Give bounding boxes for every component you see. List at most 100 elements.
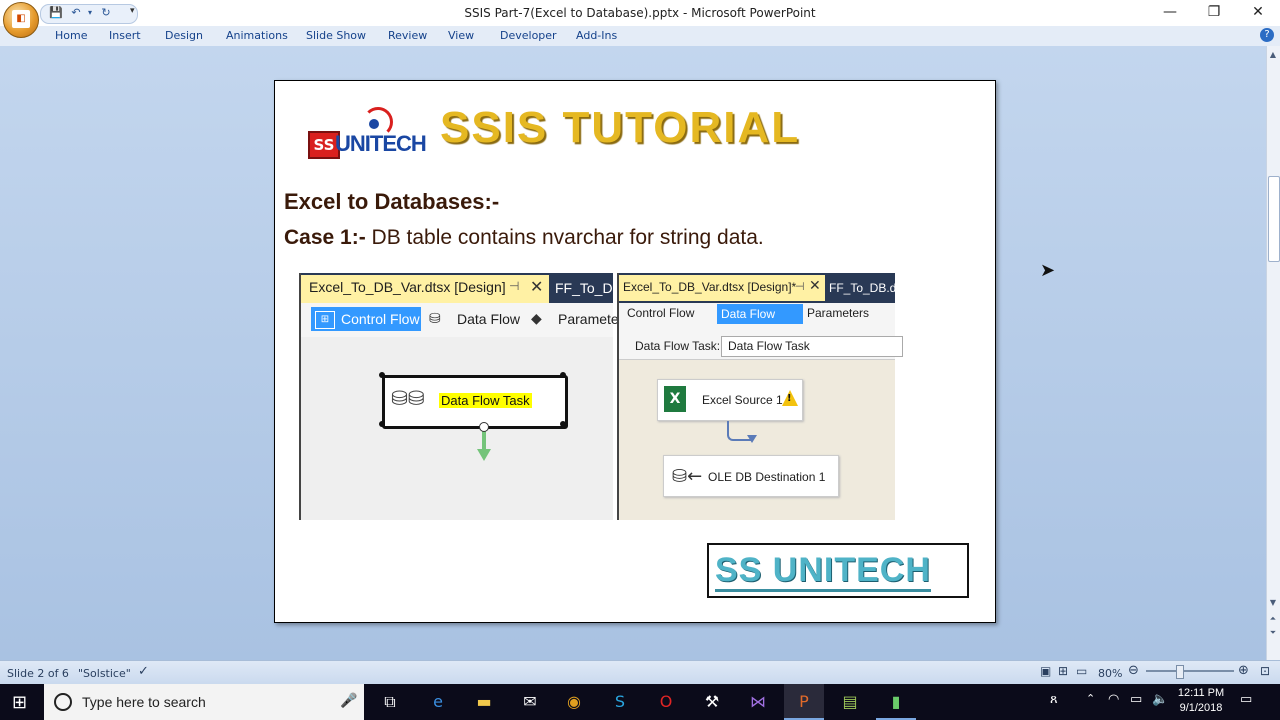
powerpoint-icon[interactable]: P <box>784 684 824 720</box>
selection-handle <box>379 372 385 378</box>
skype-icon[interactable]: S <box>600 684 640 720</box>
status-bar: Slide 2 of 6 "Solstice" ✓ ▣ ⊞ ▭ 80% ⊖ ⊕ … <box>0 660 1280 685</box>
tab-insert[interactable]: Insert <box>109 29 141 42</box>
chrome-icon[interactable]: ◉ <box>554 684 594 720</box>
network-icon[interactable]: ◠ <box>1108 692 1119 707</box>
window-title: SSIS Part-7(Excel to Database).pptx - Mi… <box>464 6 816 20</box>
edge-icon[interactable]: e <box>418 684 458 720</box>
slide-sorter-icon[interactable]: ⊞ <box>1058 664 1068 678</box>
tab-slide-show[interactable]: Slide Show <box>306 29 366 42</box>
connector-dot <box>479 422 489 432</box>
windows-start-icon[interactable]: ⊞ <box>12 692 27 713</box>
show-hidden-icons-icon[interactable]: ⌃ <box>1086 692 1095 705</box>
zoom-out-icon[interactable]: ⊖ <box>1128 663 1139 678</box>
data-flow-task-select: Data Flow Task <box>721 336 903 357</box>
selection-handle <box>560 372 566 378</box>
mail-icon[interactable]: ✉ <box>510 684 550 720</box>
opera-icon[interactable]: O <box>646 684 686 720</box>
data-flow-task-label: Data Flow Task <box>439 393 532 408</box>
people-icon[interactable]: ጸ <box>1050 692 1058 707</box>
customize-qat-icon[interactable]: ▾ <box>130 6 135 16</box>
case-label: Case 1:- <box>284 226 366 249</box>
zoom-level[interactable]: 80% <box>1098 667 1122 680</box>
scroll-up-icon[interactable]: ▲ <box>1268 50 1278 59</box>
vertical-scrollbar[interactable] <box>1266 46 1280 660</box>
document-tab-label: Excel_To_DB_Var.dtsx [Design] <box>309 279 506 295</box>
file-explorer-icon[interactable]: ▬ <box>464 684 504 720</box>
restore-button[interactable]: ❐ <box>1192 0 1236 24</box>
slide-canvas[interactable]: SS UNITECH SSIS TUTORIAL Excel to Databa… <box>274 80 996 623</box>
tools-icon[interactable]: ⚒ <box>692 684 732 720</box>
tutorial-title: SSIS TUTORIAL <box>440 103 801 152</box>
tab-view[interactable]: View <box>448 29 474 42</box>
next-slide-icon[interactable]: ⏷ <box>1268 628 1278 638</box>
excel-icon: X <box>664 386 686 412</box>
data-flow-label: Data Flow <box>717 304 803 324</box>
zoom-slider-thumb[interactable] <box>1176 665 1184 679</box>
precedence-arrowhead-icon <box>477 449 491 461</box>
case-text: DB table contains nvarchar for string da… <box>365 226 764 249</box>
ole-db-destination-icon: ⛁← <box>672 466 703 487</box>
zoom-in-icon[interactable]: ⊕ <box>1238 663 1249 678</box>
pin-icon: ⊣ <box>795 280 805 293</box>
clock-time: 12:11 PM <box>1177 687 1225 699</box>
tab-developer[interactable]: Developer <box>500 29 557 42</box>
help-icon[interactable]: ? <box>1260 28 1274 42</box>
document-tab-label: Excel_To_DB_Var.dtsx [Design]* <box>623 280 797 294</box>
tab-home[interactable]: Home <box>55 29 87 42</box>
data-flow-task-box: ⛁⛁ Data Flow Task <box>382 375 568 429</box>
notifications-icon[interactable]: ▭ <box>1240 692 1252 707</box>
logo-dot-icon <box>369 119 379 129</box>
undo-dropdown-icon[interactable]: ▾ <box>83 6 97 20</box>
tab-animations[interactable]: Animations <box>226 29 288 42</box>
microphone-icon[interactable]: 🎤 <box>340 693 357 709</box>
fit-to-window-icon[interactable]: ⊡ <box>1260 664 1270 678</box>
close-button[interactable]: ✕ <box>1236 0 1280 24</box>
slide-show-icon[interactable]: ▭ <box>1076 664 1087 678</box>
task-view-icon[interactable]: ⧉ <box>370 684 410 720</box>
taskbar-search[interactable]: Type here to search 🎤 <box>44 684 364 720</box>
tab-add-ins[interactable]: Add-Ins <box>576 29 617 42</box>
scroll-down-icon[interactable]: ▼ <box>1268 598 1278 607</box>
undo-icon[interactable]: ↶ <box>69 6 83 20</box>
cortana-icon <box>54 693 72 711</box>
system-clock[interactable]: 12:11 PM 9/1/2018 <box>1176 686 1226 716</box>
tab-design[interactable]: Design <box>165 29 203 42</box>
control-flow-label: Control Flow <box>341 311 420 327</box>
quick-access-toolbar: 💾 ↶ ▾ ↻ <box>40 4 138 24</box>
logo-unitech: UNITECH <box>335 131 427 156</box>
save-icon[interactable]: 💾 <box>49 6 63 20</box>
data-path-arrowhead-icon <box>747 435 757 443</box>
document-tab-inactive: FF_To_DB <box>555 280 622 296</box>
mouse-cursor-icon: ➤ <box>1040 260 1056 281</box>
redo-icon[interactable]: ↻ <box>99 6 113 20</box>
excel-source-box: X Excel Source 1 ! <box>657 379 803 421</box>
scrollbar-thumb[interactable] <box>1268 176 1280 262</box>
battery-icon[interactable]: ▭ <box>1130 692 1142 707</box>
volume-icon[interactable]: 🔈 <box>1152 692 1168 707</box>
zoom-slider[interactable] <box>1146 670 1234 672</box>
data-flow-label: Data Flow <box>457 311 521 327</box>
spell-check-icon[interactable]: ✓ <box>138 664 149 679</box>
control-flow-tab: ⊞ Control Flow <box>311 307 421 331</box>
data-flow-task-field-label: Data Flow Task: <box>635 339 721 353</box>
recorder-icon[interactable]: ▮ <box>876 684 916 720</box>
previous-slide-icon[interactable]: ⏶ <box>1268 614 1278 624</box>
parameters-icon: ◆ <box>531 311 542 327</box>
data-flow-task-icon: ⛁⛁ <box>391 386 425 410</box>
search-placeholder: Type here to search <box>82 694 206 710</box>
minimize-button[interactable]: — <box>1148 0 1192 24</box>
brand-text: SS UNITECH <box>715 551 931 592</box>
notes-icon[interactable]: ▤ <box>830 684 870 720</box>
visual-studio-icon[interactable]: ⋈ <box>738 684 778 720</box>
control-flow-label: Control Flow <box>627 306 695 320</box>
control-flow-icon: ⊞ <box>315 311 335 329</box>
tab-review[interactable]: Review <box>388 29 427 42</box>
slide-counter: Slide 2 of 6 <box>7 667 69 680</box>
close-tab-icon: ✕ <box>530 277 544 296</box>
normal-view-icon[interactable]: ▣ <box>1040 664 1051 678</box>
selection-handle <box>379 421 385 427</box>
parameters-label: Parameters <box>807 306 870 320</box>
data-flow-icon: ⛁ <box>429 311 441 327</box>
office-button[interactable]: ◧ <box>3 2 39 38</box>
